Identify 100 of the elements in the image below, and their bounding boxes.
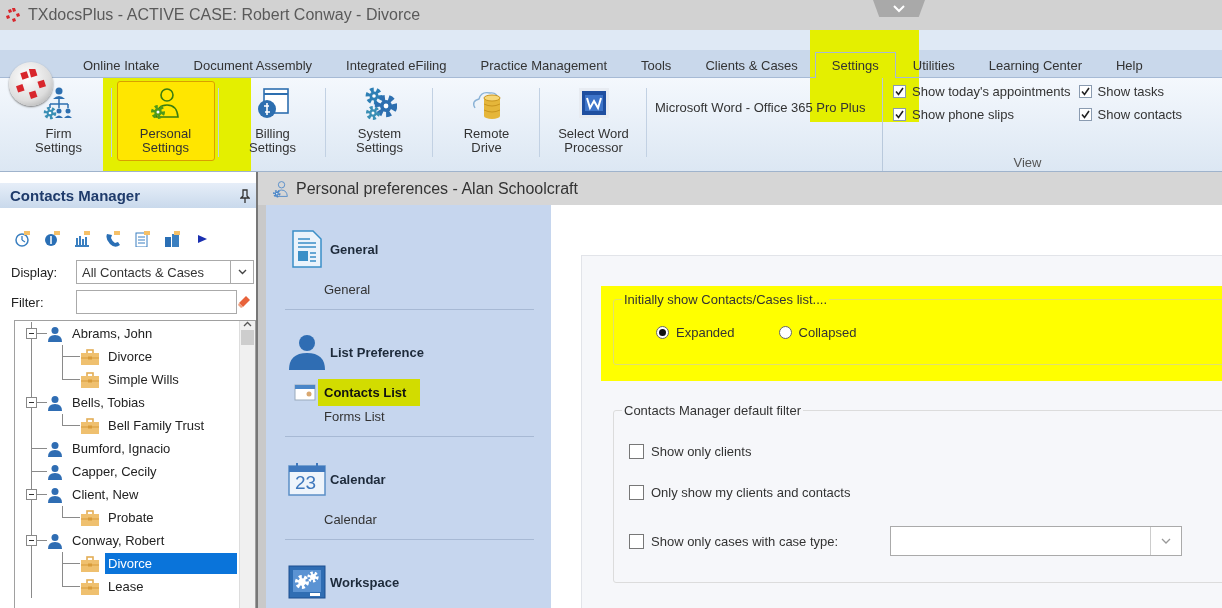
checkmark-icon: [1080, 87, 1090, 96]
checkbox[interactable]: [893, 108, 906, 121]
briefcase-icon: [81, 371, 99, 388]
word-document-icon: [576, 86, 611, 120]
tree-item[interactable]: Capper, Cecily: [69, 461, 160, 482]
ribbon-button[interactable]: Firm Settings: [9, 81, 108, 161]
person-icon: [288, 334, 326, 370]
ribbon-button[interactable]: System Settings: [330, 81, 429, 161]
radio-button[interactable]: [778, 326, 792, 339]
display-dropdown[interactable]: All Contacts & Cases: [76, 260, 254, 284]
ribbon-tab[interactable]: Settings: [814, 52, 896, 78]
ribbon-tab[interactable]: Tools: [624, 52, 689, 78]
caret-icon: [237, 269, 247, 275]
collapse-toggle[interactable]: [26, 397, 37, 408]
dialog-title: Personal preferences - Alan Schoolcraft: [296, 179, 578, 198]
contact-card-icon: [294, 383, 316, 401]
person-icon: [47, 440, 63, 457]
tree-item[interactable]: Client, New: [69, 484, 142, 505]
collapse-toggle[interactable]: [26, 535, 37, 546]
window-title: TXdocsPlus - ACTIVE CASE: Robert Conway - Divorce: [28, 6, 421, 24]
checkbox[interactable]: [1078, 85, 1092, 98]
tree-item[interactable]: Conway, Robert: [69, 530, 168, 551]
buildings-icon[interactable]: [164, 231, 180, 247]
field-label: Filter:: [11, 294, 45, 310]
caret-icon: [1161, 538, 1172, 544]
person-icon: [47, 463, 63, 480]
radio-label: Expanded: [676, 325, 735, 340]
checkbox-label: Show tasks: [1097, 84, 1165, 99]
nav-item[interactable]: General: [324, 281, 371, 297]
phone-icon[interactable]: [104, 231, 120, 247]
coin-icon[interactable]: [44, 231, 60, 247]
group-title: Initially show Contacts/Cases list....: [623, 292, 829, 307]
ribbon-tab[interactable]: Practice Management: [463, 52, 624, 78]
person-icon: [47, 394, 63, 411]
collapse-toggle[interactable]: [26, 328, 37, 339]
person-icon: [47, 486, 63, 503]
clock-icon[interactable]: [14, 231, 30, 247]
tree-item[interactable]: Bell Family Trust: [105, 415, 208, 436]
tree-item[interactable]: Abrams, John: [69, 323, 156, 344]
ribbon-button[interactable]: Select Word Processor: [544, 81, 643, 161]
chevron-icon: [893, 4, 905, 13]
eraser-icon: [237, 295, 251, 309]
briefcase-icon: [81, 509, 99, 526]
tree-item[interactable]: Simple Wills: [105, 369, 182, 390]
tree-item[interactable]: Bells, Tobias: [69, 392, 148, 413]
document-icon: [289, 229, 325, 269]
billing-window-icon: [255, 86, 290, 120]
ribbon-tab[interactable]: Help: [1099, 52, 1160, 78]
panel-title: Contacts Manager: [10, 187, 141, 204]
filter-input[interactable]: [76, 290, 237, 314]
ribbon-tab[interactable]: Online Intake: [66, 52, 177, 78]
ribbon-tab[interactable]: Document Assembly: [176, 52, 330, 78]
briefcase-icon: [81, 555, 99, 572]
workspace-icon: [288, 565, 326, 599]
scrollbar-thumb[interactable]: [241, 330, 254, 345]
radio-label: Collapsed: [798, 325, 857, 340]
tree-item[interactable]: Lease: [105, 576, 147, 597]
logo-icon: [16, 69, 46, 99]
ribbon-button[interactable]: Remote Drive: [437, 81, 536, 161]
group-title: Contacts Manager default filter: [623, 403, 803, 418]
tree-item[interactable]: Divorce: [105, 346, 156, 367]
group-title: View: [1013, 155, 1042, 170]
checkbox-label: Show only clients: [651, 444, 752, 459]
calendar-icon: [288, 462, 326, 496]
person-gear-icon: [272, 179, 290, 198]
field-label: Display:: [11, 264, 59, 280]
logo-icon: [6, 8, 20, 22]
checkmark-icon: [895, 87, 904, 96]
nav-section-title: General: [330, 241, 379, 257]
checkbox[interactable]: [629, 444, 644, 459]
tree-item[interactable]: Probate: [105, 507, 157, 528]
nav-item[interactable]: Forms List: [324, 408, 385, 424]
briefcase-icon: [81, 578, 99, 595]
nav-section-title: Calendar: [330, 471, 386, 487]
ribbon-tab[interactable]: Learning Center: [971, 52, 1099, 78]
radio-button[interactable]: [656, 326, 669, 339]
checkbox[interactable]: [1078, 108, 1092, 121]
checkbox[interactable]: [629, 533, 644, 549]
nav-section-title: List Preference: [330, 344, 424, 360]
pin-icon: [240, 188, 250, 203]
checkmark-icon: [1080, 110, 1090, 119]
chart-icon[interactable]: [74, 231, 90, 247]
checkmark-icon: [895, 110, 904, 119]
tree-item[interactable]: Divorce: [105, 553, 237, 574]
checkbox[interactable]: [629, 485, 644, 500]
checkbox[interactable]: [893, 85, 906, 98]
checkbox-label: Show only cases with case type:: [651, 533, 839, 549]
nav-item[interactable]: Calendar: [324, 511, 377, 527]
collapse-toggle[interactable]: [26, 489, 37, 500]
ribbon-button[interactable]: Personal Settings: [116, 81, 215, 161]
checkbox-label: Show contacts: [1097, 107, 1183, 122]
ribbon-tab[interactable]: Integrated eFiling: [329, 52, 464, 78]
nav-section-title: Workspace: [330, 574, 400, 590]
ribbon-tab[interactable]: Clients & Cases: [688, 52, 815, 78]
calendar-day: 23: [295, 473, 317, 493]
tree-item[interactable]: Bumford, Ignacio: [69, 438, 174, 459]
person-icon: [47, 325, 63, 342]
scroll-up-icon: [243, 321, 252, 327]
briefcase-icon: [81, 348, 99, 365]
checkbox-label: Only show my clients and contacts: [651, 485, 851, 500]
